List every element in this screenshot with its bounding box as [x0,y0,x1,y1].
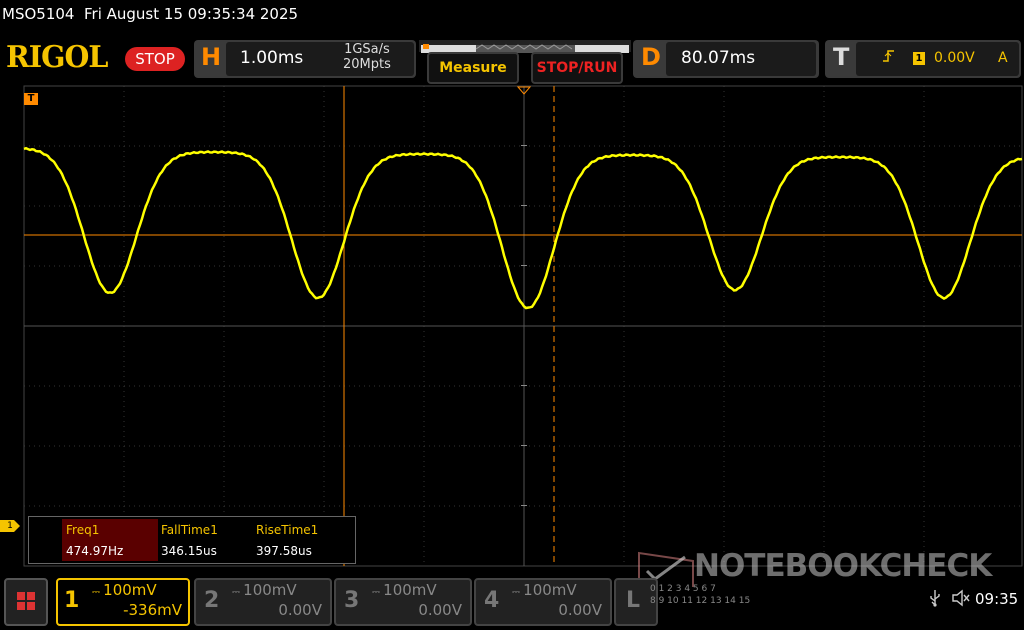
channel-3-scale-value: 100mV [383,581,437,599]
meas-name-freq: Freq1 [66,523,100,537]
channel-4-scale: ⎓ 100mV [512,581,577,599]
usb-icon [928,589,942,611]
channel-2-offset: 0.00V [278,601,322,619]
channel-4-scale-value: 100mV [523,581,577,599]
channel-4-box[interactable]: 4 ⎓ 100mV 0.00V [474,578,612,626]
trigger-marker[interactable]: T [24,93,38,105]
logic-bits-row2: 8 9 10 11 12 13 14 15 [650,596,751,606]
meas-name-falltime: FallTime1 [161,523,218,537]
ch1-waveform [23,146,1023,310]
channel-2-scale: ⎓ 100mV [232,581,297,599]
channel-1-scale-value: 100mV [103,581,157,599]
dc-coupling-icon: ⎓ [512,587,524,598]
channel-4-number: 4 [484,588,500,613]
channel-1-offset: -336mV [123,601,182,619]
channel-2-box[interactable]: 2 ⎓ 100mV 0.00V [194,578,332,626]
channel-1-box[interactable]: 1 ⎓ 100mV -336mV [56,578,190,626]
speaker-mute-icon[interactable] [951,589,971,611]
channel-3-number: 3 [344,588,360,613]
channel-1-scale: ⎓ 100mV [92,581,157,599]
system-clock: 09:35 [975,590,1019,608]
logic-bits-row1: 0 1 2 3 4 5 6 7 [650,584,716,594]
waveform-display[interactable] [0,0,1024,572]
logic-bits: 0 1 2 3 4 5 6 7 8 9 10 11 12 13 14 15 [650,583,750,607]
menu-grid-icon[interactable] [4,578,48,626]
meas-value-risetime: 397.58us [256,544,312,558]
channel-3-scale: ⎓ 100mV [372,581,437,599]
channel-4-offset: 0.00V [558,601,602,619]
dc-coupling-icon: ⎓ [92,587,104,598]
meas-value-freq: 474.97Hz [66,544,124,558]
dc-coupling-icon: ⎓ [232,587,244,598]
meas-name-risetime: RiseTime1 [256,523,319,537]
channel-3-box[interactable]: 3 ⎓ 100mV 0.00V [334,578,472,626]
channel-2-scale-value: 100mV [243,581,297,599]
channel-3-offset: 0.00V [418,601,462,619]
watermark-text: NOTEBOOKCHECK [694,548,992,584]
dc-coupling-icon: ⎓ [372,587,384,598]
meas-value-falltime: 346.15us [161,544,217,558]
logic-label: L [626,588,641,613]
measurement-panel[interactable]: Freq1 474.97Hz FallTime1 346.15us RiseTi… [28,516,356,564]
channel-2-number: 2 [204,588,220,613]
channel-1-number: 1 [64,588,80,613]
